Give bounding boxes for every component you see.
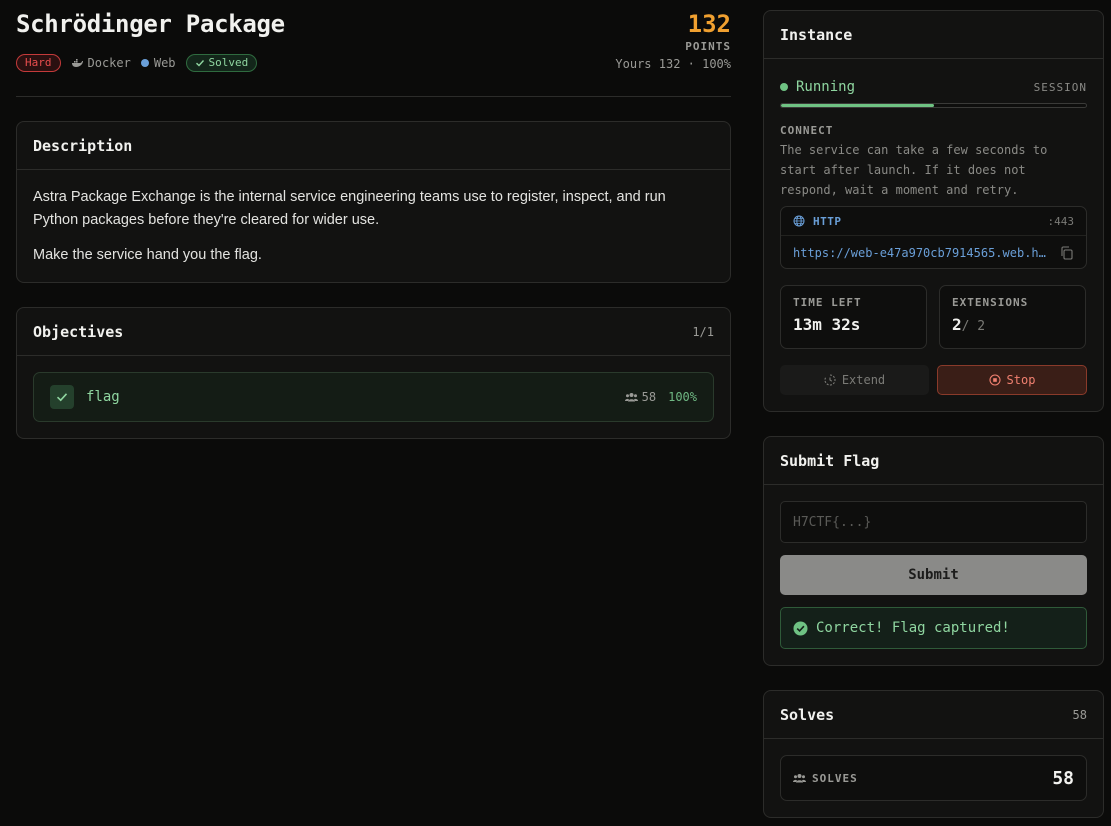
runtime-tag: Docker	[71, 56, 131, 70]
users-icon	[793, 774, 806, 783]
description-title: Description	[33, 136, 133, 155]
solves-title: Solves	[780, 705, 835, 724]
session-label: SESSION	[1033, 80, 1087, 94]
objectives-count: 1/1	[692, 324, 714, 339]
success-text: Correct! Flag captured!	[816, 620, 1010, 636]
session-progress-fill	[781, 104, 934, 107]
solves-summary: SOLVES 58	[780, 755, 1087, 801]
objective-checkbox	[50, 385, 74, 409]
solves-label: SOLVES	[793, 772, 1052, 785]
instance-header: Instance	[764, 11, 1103, 59]
objective-name: flag	[86, 389, 120, 405]
stop-icon	[988, 374, 1001, 386]
solves-label-text: SOLVES	[812, 771, 858, 785]
check-icon	[195, 60, 204, 67]
status-dot-icon	[780, 83, 788, 91]
yours-score: Yours 132 · 100%	[615, 57, 731, 71]
flag-input[interactable]	[780, 501, 1087, 543]
time-left-label: TIME LEFT	[793, 296, 862, 309]
extend-label: Extend	[841, 373, 886, 387]
success-message: Correct! Flag captured!	[780, 607, 1087, 649]
objective-percent: 100%	[668, 390, 697, 404]
runtime-label: Docker	[87, 56, 131, 70]
connection-box: HTTP :443 https://web-e47a970cb7914565.w…	[780, 206, 1087, 269]
solves-count: 58	[1072, 707, 1087, 722]
difficulty-badge: Hard	[16, 54, 61, 72]
solves-card: Solves 58 SOLVES 58	[763, 690, 1104, 818]
extensions-label: EXTENSIONS	[952, 296, 1029, 309]
stop-button[interactable]: Stop	[937, 365, 1087, 395]
description-header: Description	[17, 122, 730, 170]
category-dot-icon	[140, 59, 149, 67]
objectives-title: Objectives	[33, 322, 124, 341]
connection-port: :443	[1047, 214, 1075, 228]
objective-solves: 58	[624, 390, 657, 404]
challenge-meta: Hard Docker Web Solved	[16, 54, 258, 72]
description-paragraph: Make the service hand you the flag.	[33, 247, 262, 263]
solved-label: Solved	[208, 56, 249, 69]
description-paragraph: Astra Package Exchange is the internal s…	[33, 189, 666, 228]
submit-button[interactable]: Submit	[780, 555, 1087, 595]
submit-flag-header: Submit Flag	[764, 437, 1103, 485]
connect-help-text: The service can take a few seconds to st…	[780, 143, 1048, 197]
objective-item[interactable]: flag 58 100%	[33, 372, 714, 422]
stop-label: Stop	[1006, 373, 1036, 387]
objective-solves-count: 58	[641, 390, 657, 404]
header-divider	[16, 96, 731, 97]
points-label: POINTS	[685, 40, 731, 53]
category-label: Web	[153, 56, 176, 70]
submit-flag-card: Submit Flag Submit Correct! Flag capture…	[763, 436, 1104, 666]
extensions-value: 2/ 2	[952, 315, 1073, 334]
instance-card: Instance Running SESSION CONNECT The ser…	[763, 10, 1104, 412]
instance-title: Instance	[780, 25, 853, 44]
solves-value: 58	[1052, 767, 1074, 789]
time-left-box: TIME LEFT 13m 32s	[780, 285, 927, 349]
extensions-box: EXTENSIONS 2/ 2	[939, 285, 1086, 349]
challenge-title: Schrödinger Package	[16, 10, 285, 38]
connection-url-link[interactable]: https://web-e47a970cb7914565.web.h7ctf.c…	[793, 246, 1052, 260]
solves-header: Solves 58	[764, 691, 1103, 739]
session-progress	[780, 103, 1087, 108]
extend-clock-icon	[824, 374, 836, 386]
description-body: Astra Package Exchange is the internal s…	[17, 170, 730, 283]
objectives-card: Objectives 1/1 flag 58 100%	[16, 307, 731, 439]
time-left-value: 13m 32s	[793, 315, 861, 334]
globe-icon	[793, 215, 805, 227]
description-card: Description Astra Package Exchange is th…	[16, 121, 731, 283]
docker-icon	[71, 59, 83, 67]
connection-header: HTTP :443	[781, 207, 1086, 236]
status-text: Running	[796, 79, 856, 95]
check-icon	[56, 393, 68, 402]
instance-status: Running SESSION	[780, 79, 1087, 95]
submit-flag-title: Submit Flag	[780, 451, 880, 470]
connection-url-row: https://web-e47a970cb7914565.web.h7ctf.c…	[781, 236, 1086, 269]
users-icon	[624, 393, 638, 402]
extensions-max: / 2	[961, 319, 986, 334]
connect-label: CONNECT	[780, 124, 834, 137]
solved-badge: Solved	[185, 54, 258, 72]
extensions-used: 2	[952, 315, 962, 334]
objectives-header: Objectives 1/1	[17, 308, 730, 356]
copy-icon[interactable]	[1060, 245, 1074, 260]
category-tag: Web	[140, 56, 176, 70]
check-circle-icon	[793, 621, 808, 635]
connection-protocol: HTTP	[813, 214, 842, 228]
points-value: 132	[687, 10, 731, 38]
extend-button[interactable]: Extend	[780, 365, 929, 395]
